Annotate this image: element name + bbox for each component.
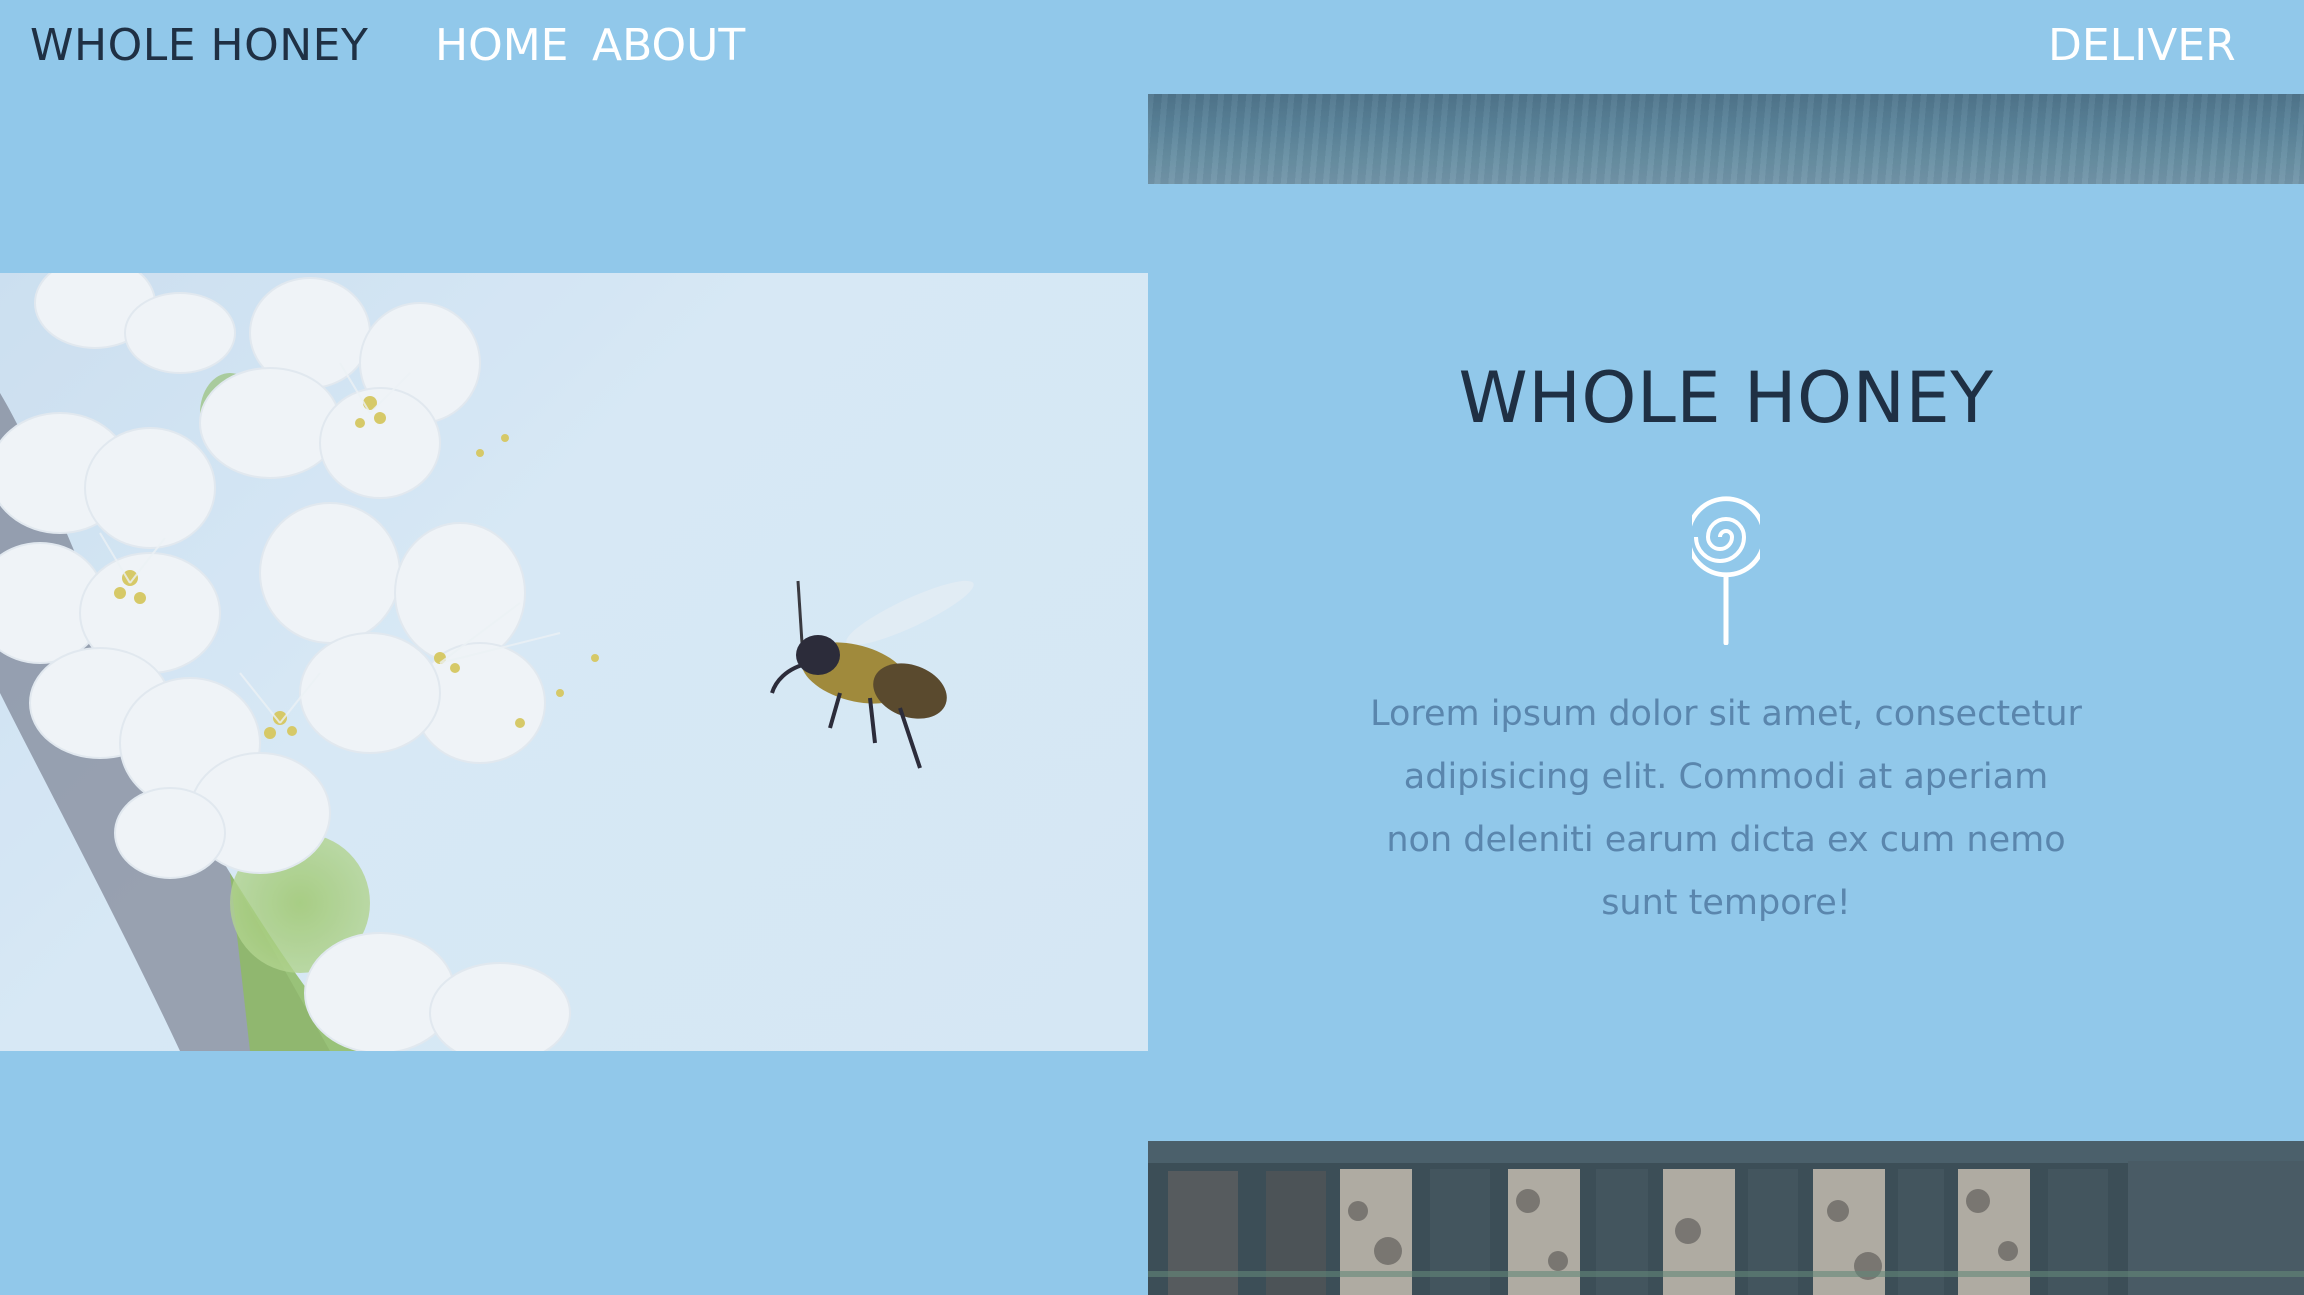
intro-paragraph: Lorem ipsum dolor sit amet, consectetur … xyxy=(1370,694,2082,923)
nav-deliver-link[interactable]: DELIVER xyxy=(2048,16,2236,76)
page: WHOLE HONEY HOME ABOUT DELIVER WHOLE HON… xyxy=(0,0,2304,1295)
page-title: WHOLE HONEY xyxy=(1458,357,1994,439)
nav-home-link[interactable]: HOME xyxy=(435,16,568,76)
brand-logo-link[interactable]: WHOLE HONEY xyxy=(30,16,368,76)
intro-section: WHOLE HONEY Lorem ipsum dolor sit amet, … xyxy=(1148,273,2304,1051)
water-image xyxy=(1148,94,2304,184)
nav-about-link[interactable]: ABOUT xyxy=(592,16,745,76)
bee-flowers-image xyxy=(0,273,1148,1051)
top-nav: WHOLE HONEY HOME ABOUT DELIVER xyxy=(0,0,2304,94)
lollipop-icon xyxy=(1692,496,1760,645)
beehive-image xyxy=(1148,1141,2304,1295)
